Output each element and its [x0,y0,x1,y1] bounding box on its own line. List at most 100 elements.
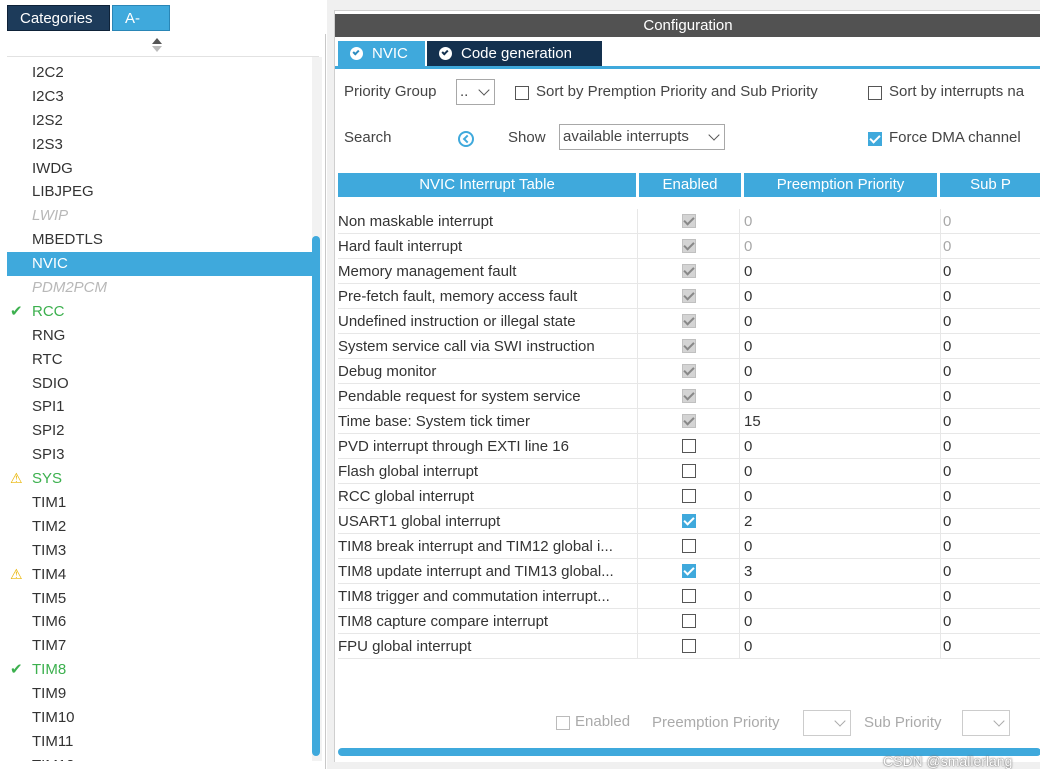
sub-priority-cell[interactable]: 0 [940,284,1040,309]
sub-priority-cell[interactable]: 0 [940,384,1040,409]
sort-arrows-icon[interactable] [150,38,164,54]
header-nvic-interrupt-table[interactable]: NVIC Interrupt Table [338,173,636,197]
sub-priority-cell[interactable]: 0 [940,559,1040,584]
preemption-priority-cell[interactable]: 0 [744,334,940,359]
table-row[interactable]: System service call via SWI instruction 0… [338,334,1040,359]
enabled-checkbox[interactable] [682,439,696,453]
table-row[interactable]: Undefined instruction or illegal state 0 0 [338,309,1040,334]
peripheral-item[interactable]: SPI2 [7,419,312,443]
preemption-priority-cell[interactable]: 0 [744,359,940,384]
peripheral-item[interactable]: SPI3 [7,443,312,467]
sub-priority-cell[interactable]: 0 [940,334,1040,359]
enabled-checkbox[interactable] [682,464,696,478]
preemption-priority-cell[interactable]: 0 [744,534,940,559]
preemption-priority-cell[interactable]: 0 [744,209,940,234]
enabled-checkbox[interactable] [682,489,696,503]
sub-priority-cell[interactable]: 0 [940,309,1040,334]
sub-priority-cell[interactable]: 0 [940,634,1040,659]
enabled-checkbox[interactable] [682,639,696,653]
peripheral-item[interactable]: ✔ RCC [7,300,312,324]
enabled-checkbox[interactable] [682,564,696,578]
table-row[interactable]: Debug monitor 0 0 [338,359,1040,384]
tab-categories[interactable]: Categories [7,5,110,31]
left-scrollbar-thumb[interactable] [312,236,320,756]
table-row[interactable]: TIM8 update interrupt and TIM13 global..… [338,559,1040,584]
preemption-priority-cell[interactable]: 3 [744,559,940,584]
sub-priority-cell[interactable]: 0 [940,584,1040,609]
preemption-priority-cell[interactable]: 2 [744,509,940,534]
sub-priority-cell[interactable]: 0 [940,234,1040,259]
table-row[interactable]: TIM8 trigger and commutation interrupt..… [338,584,1040,609]
table-row[interactable]: USART1 global interrupt 2 0 [338,509,1040,534]
sub-priority-cell[interactable]: 0 [940,509,1040,534]
table-row[interactable]: Pre-fetch fault, memory access fault 0 0 [338,284,1040,309]
bottom-preemption-select[interactable] [803,710,851,736]
table-row[interactable]: RCC global interrupt 0 0 [338,484,1040,509]
priority-group-select[interactable]: .. [456,79,495,105]
preemption-priority-cell[interactable]: 0 [744,609,940,634]
force-dma-checkbox[interactable] [868,132,882,146]
table-row[interactable]: Flash global interrupt 0 0 [338,459,1040,484]
sub-priority-cell[interactable]: 0 [940,259,1040,284]
sub-priority-cell[interactable]: 0 [940,484,1040,509]
peripheral-item[interactable]: TIM1 [7,491,312,515]
peripheral-item[interactable]: NVIC [7,252,312,277]
peripheral-item[interactable]: TIM12 [7,754,312,761]
table-row[interactable]: TIM8 break interrupt and TIM12 global i.… [338,534,1040,559]
preemption-priority-cell[interactable]: 0 [744,434,940,459]
sub-priority-cell[interactable]: 0 [940,459,1040,484]
peripheral-item[interactable]: TIM6 [7,610,312,634]
peripheral-item[interactable]: I2C2 [7,61,312,85]
peripheral-item[interactable]: TIM2 [7,515,312,539]
sub-priority-cell[interactable]: 0 [940,434,1040,459]
table-row[interactable]: FPU global interrupt 0 0 [338,634,1040,659]
enabled-checkbox[interactable] [682,589,696,603]
preemption-priority-cell[interactable]: 0 [744,634,940,659]
preemption-priority-cell[interactable]: 0 [744,584,940,609]
bottom-sub-priority-select[interactable] [962,710,1010,736]
table-row[interactable]: Memory management fault 0 0 [338,259,1040,284]
enabled-checkbox[interactable] [682,514,696,528]
peripheral-item[interactable]: TIM9 [7,682,312,706]
peripheral-item[interactable]: TIM10 [7,706,312,730]
tab-a-to-z[interactable]: A->Z [112,5,170,53]
table-row[interactable]: PVD interrupt through EXTI line 16 0 0 [338,434,1040,459]
preemption-priority-cell[interactable]: 0 [744,284,940,309]
sub-priority-cell[interactable]: 0 [940,359,1040,384]
sort-interrupts-checkbox[interactable] [868,86,882,100]
peripheral-item[interactable]: RTC [7,348,312,372]
peripheral-item[interactable]: TIM3 [7,539,312,563]
table-row[interactable]: TIM8 capture compare interrupt 0 0 [338,609,1040,634]
preemption-priority-cell[interactable]: 0 [744,459,940,484]
table-row[interactable]: Hard fault interrupt 0 0 [338,234,1040,259]
sub-priority-cell[interactable]: 0 [940,534,1040,559]
peripheral-item[interactable]: TIM7 [7,634,312,658]
enabled-checkbox[interactable] [682,614,696,628]
peripheral-item[interactable]: IWDG [7,157,312,181]
peripheral-item[interactable]: SPI1 [7,395,312,419]
header-sub-priority[interactable]: Sub P [940,173,1040,197]
tab-nvic[interactable]: NVIC [338,41,425,66]
peripheral-item[interactable]: SDIO [7,372,312,396]
show-select[interactable]: available interrupts [559,124,725,150]
preemption-priority-cell[interactable]: 0 [744,259,940,284]
peripheral-item[interactable]: MBEDTLS [7,228,312,252]
peripheral-item[interactable]: ⚠ TIM4 [7,563,312,587]
preemption-priority-cell[interactable]: 15 [744,409,940,434]
sub-priority-cell[interactable]: 0 [940,209,1040,234]
peripheral-item[interactable]: PDM2PCM [7,276,312,300]
preemption-priority-cell[interactable]: 0 [744,234,940,259]
search-back-icon[interactable] [458,131,474,147]
peripheral-item[interactable]: TIM11 [7,730,312,754]
enabled-checkbox[interactable] [682,539,696,553]
preemption-priority-cell[interactable]: 0 [744,484,940,509]
peripheral-item[interactable]: I2S3 [7,133,312,157]
peripheral-item[interactable]: ✔ TIM8 [7,658,312,682]
table-row[interactable]: Pendable request for system service 0 0 [338,384,1040,409]
table-row[interactable]: Time base: System tick timer 15 0 [338,409,1040,434]
peripheral-item[interactable]: RNG [7,324,312,348]
peripheral-item[interactable]: I2S2 [7,109,312,133]
preemption-priority-cell[interactable]: 0 [744,384,940,409]
sub-priority-cell[interactable]: 0 [940,409,1040,434]
peripheral-item[interactable]: LWIP [7,204,312,228]
